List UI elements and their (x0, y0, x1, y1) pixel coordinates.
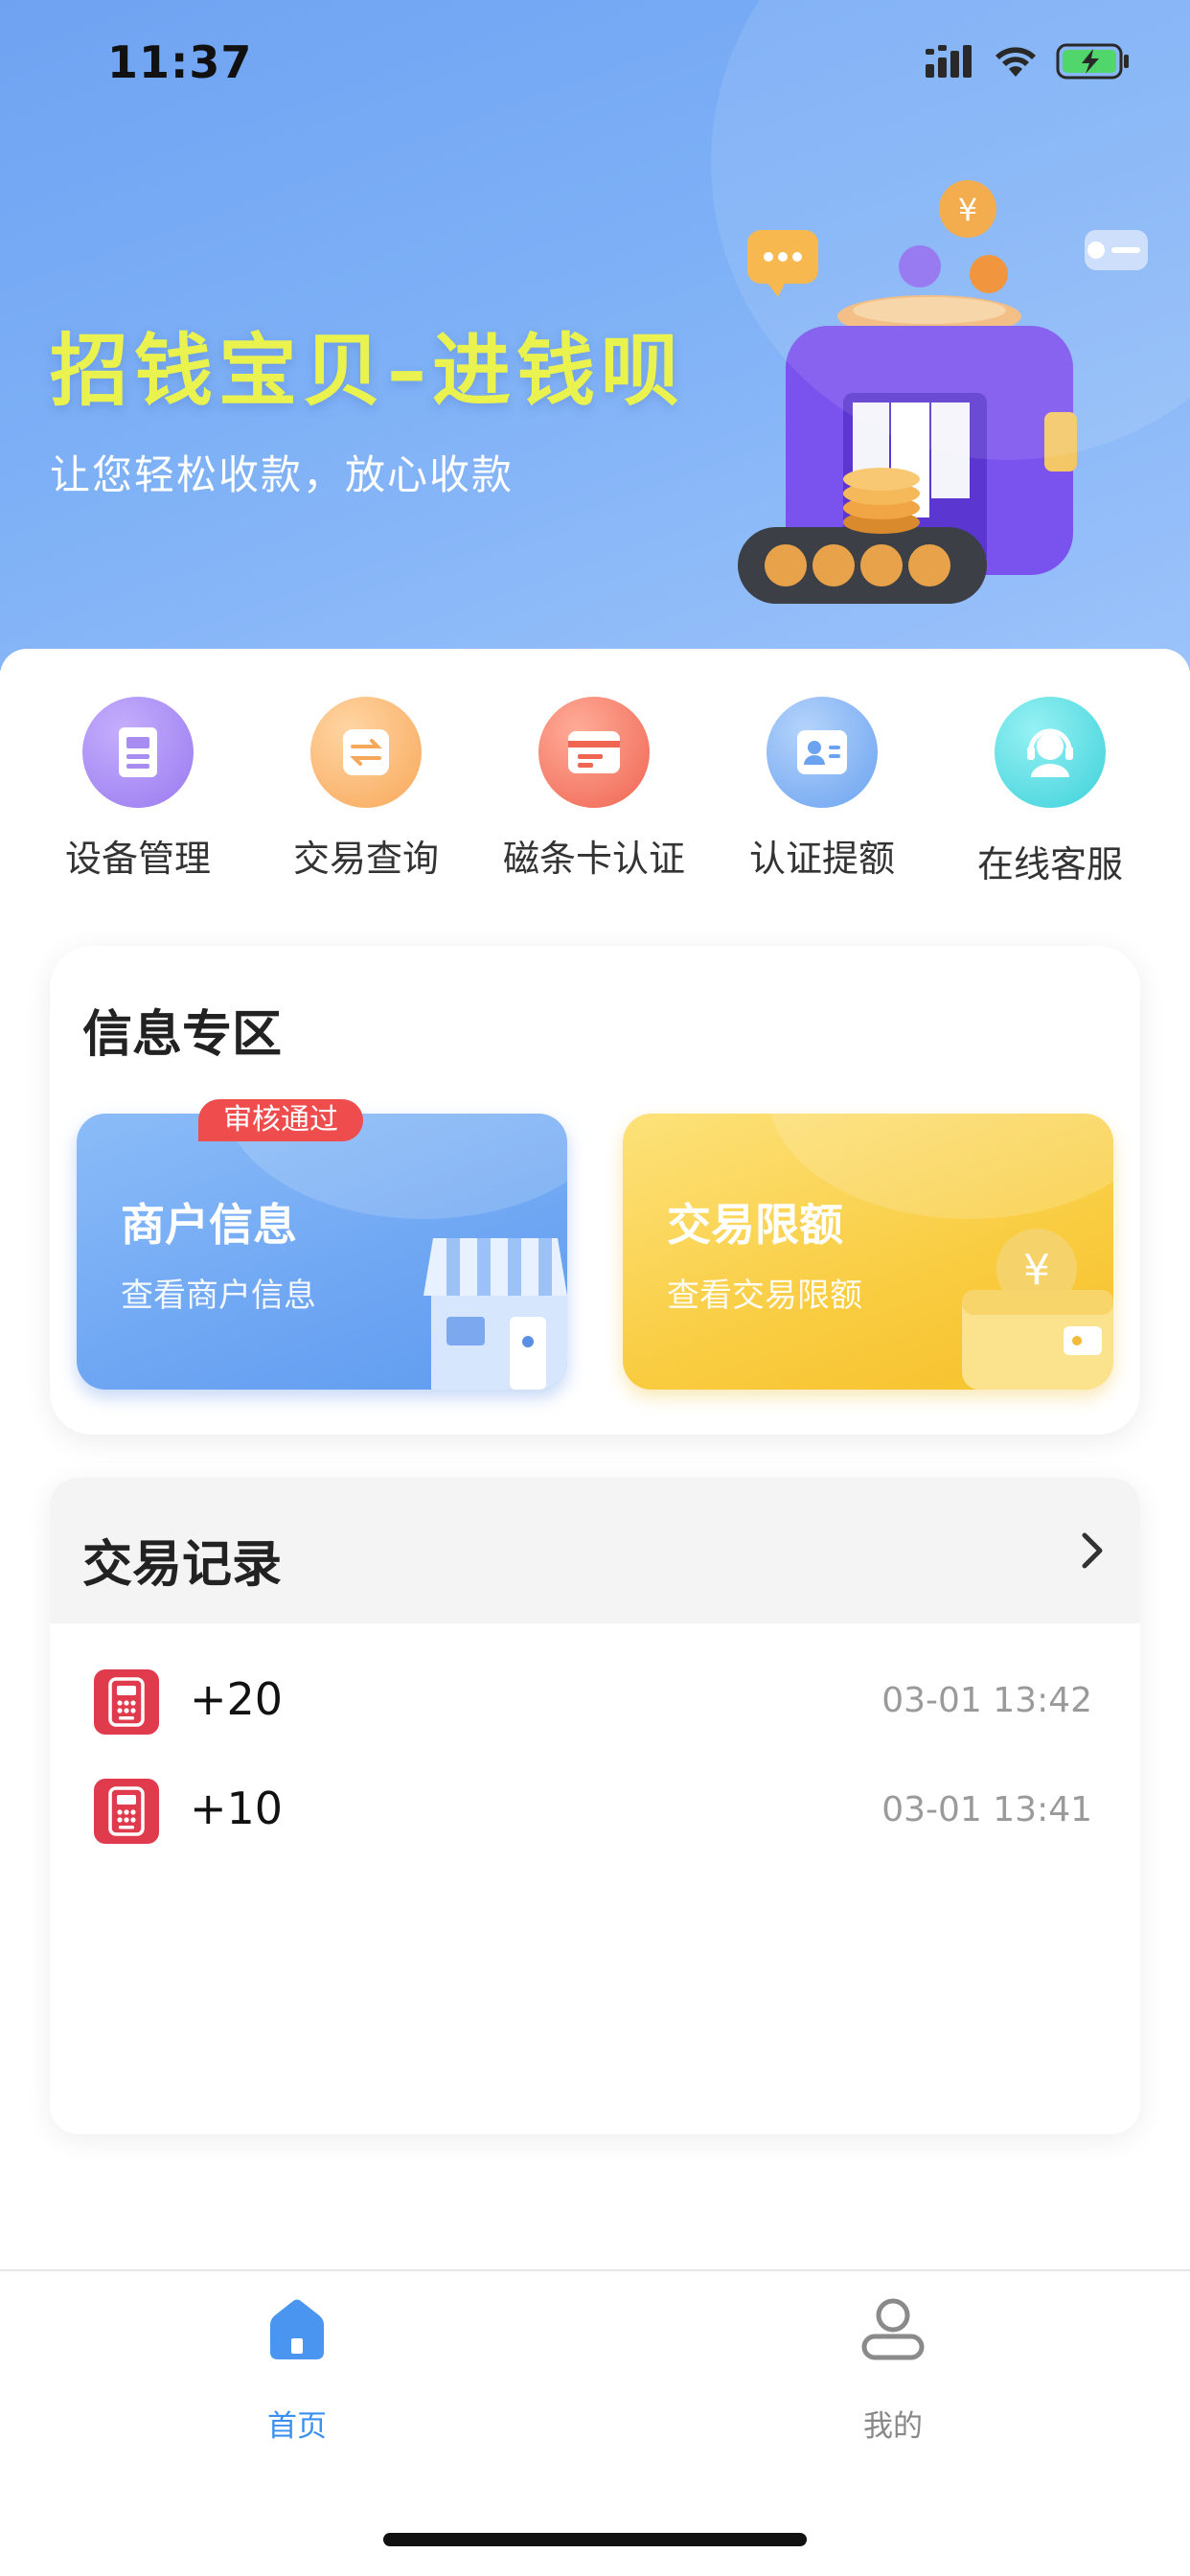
status-bar: 11:37 (0, 0, 1190, 125)
tab-home[interactable]: 首页 (153, 2294, 441, 2448)
transaction-limit-subtitle: 查看交易限额 (667, 1276, 862, 1315)
tab-mine[interactable]: 我的 (749, 2294, 1037, 2448)
banner-title: 招钱宝贝–进钱呗 (50, 326, 686, 417)
wallet-icon: ¥ (962, 1229, 1113, 1390)
status-time: 11:37 (107, 36, 253, 88)
info-zone-title: 信息专区 (82, 1006, 283, 1064)
payment-machine-illustration: ¥ (738, 180, 1148, 604)
quick-action-device-management[interactable]: 设备管理 (24, 697, 252, 888)
info-zone-card: 信息专区 商户信息 查看商户信息 审核通过 交易限额 查看交易限额 ¥ (50, 946, 1140, 1435)
home-indicator (383, 2533, 807, 2546)
approval-status-badge: 审核通过 (198, 1099, 363, 1141)
transaction-limit-tile[interactable]: 交易限额 查看交易限额 ¥ (623, 1114, 1113, 1390)
exchange-icon (310, 697, 422, 808)
headset-icon (995, 697, 1106, 808)
quick-action-label: 认证提额 (748, 838, 895, 880)
status-icons (926, 42, 1131, 80)
tab-home-label: 首页 (267, 2409, 327, 2444)
transaction-record-row[interactable]: +20 03-01 13:42 (50, 1660, 1140, 1746)
chevron-right-icon[interactable] (1069, 1528, 1115, 1574)
transaction-time: 03-01 13:41 (881, 1790, 1092, 1829)
quick-action-magstripe-auth[interactable]: 磁条卡认证 (480, 697, 708, 888)
merchant-info-subtitle: 查看商户信息 (121, 1276, 316, 1315)
quick-action-label: 设备管理 (64, 838, 211, 880)
quick-action-label: 在线客服 (976, 843, 1123, 886)
tab-mine-label: 我的 (863, 2409, 923, 2444)
pos-terminal-icon (94, 1669, 159, 1735)
transaction-amount: +10 (190, 1782, 284, 1834)
device-icon (82, 697, 194, 808)
cellular-signal-icon (926, 45, 972, 78)
transaction-limit-title: 交易限额 (667, 1199, 843, 1251)
transaction-records-card: 交易记录 +20 03-01 13:42 +10 03-01 13:41 (50, 1478, 1140, 2134)
banner-subtitle: 让您轻松收款，放心收款 (50, 451, 515, 498)
card-icon (538, 697, 650, 808)
user-icon (861, 2298, 925, 2360)
transaction-time: 03-01 13:42 (881, 1681, 1092, 1720)
wifi-icon (995, 47, 1036, 77)
quick-action-label: 磁条卡认证 (502, 838, 685, 880)
shop-icon (423, 1238, 567, 1390)
quick-action-online-service[interactable]: 在线客服 (936, 697, 1164, 888)
quick-action-transaction-query[interactable]: 交易查询 (252, 697, 480, 888)
transaction-records-title: 交易记录 (82, 1536, 283, 1594)
battery-charging-icon (1056, 43, 1129, 80)
quick-action-verify-raise-limit[interactable]: 认证提额 (708, 697, 936, 888)
id-card-icon (767, 697, 878, 808)
transaction-amount: +20 (190, 1673, 284, 1725)
transaction-record-row[interactable]: +10 03-01 13:41 (50, 1769, 1140, 1855)
hero-banner: 11:37 招钱宝贝–进钱呗 让您轻松收款，放心收款 ¥ (0, 0, 1190, 671)
pos-terminal-icon (94, 1779, 159, 1844)
quick-actions: 设备管理 交易查询 磁条卡认证 认证提额 在线客服 (0, 697, 1190, 888)
svg-text:¥: ¥ (1023, 1246, 1050, 1295)
quick-action-label: 交易查询 (292, 838, 439, 880)
bottom-tab-bar: 首页 我的 (0, 2269, 1190, 2576)
home-icon (270, 2299, 324, 2359)
merchant-info-title: 商户信息 (121, 1199, 297, 1251)
merchant-info-tile[interactable]: 商户信息 查看商户信息 (77, 1114, 567, 1390)
transaction-records-header[interactable]: 交易记录 (50, 1478, 1140, 1623)
svg-text:¥: ¥ (958, 192, 977, 228)
